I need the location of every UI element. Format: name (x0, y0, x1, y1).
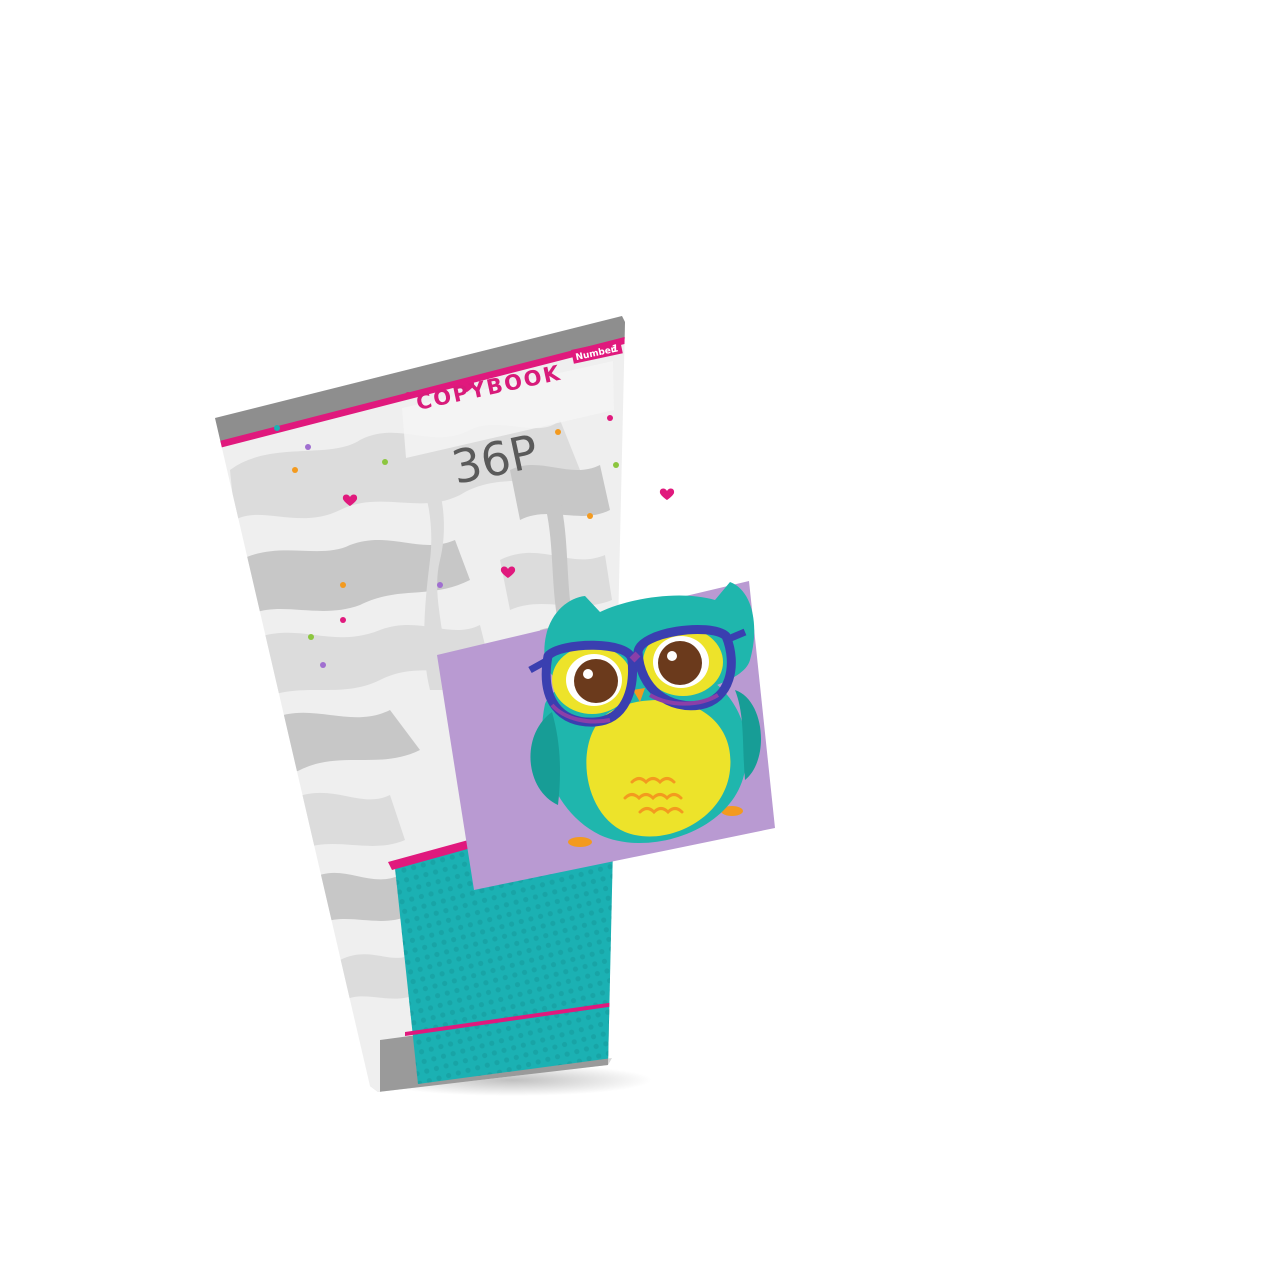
orange-dot (587, 513, 593, 519)
owl-eye-left (574, 659, 618, 703)
orange-dot (292, 467, 298, 473)
owl-foot (568, 837, 592, 847)
pink-dot (340, 617, 346, 623)
owl-eye-shine-left (583, 669, 593, 679)
pink-dot (405, 392, 411, 398)
copybook-svg: COPYBOOK 36P Number 1 (215, 316, 775, 1096)
owl-eye-shine-right (667, 651, 677, 661)
green-dot (613, 462, 619, 468)
purple-dot (320, 662, 326, 668)
teal-dot (274, 425, 280, 431)
orange-dot (555, 429, 561, 435)
product-photo: COPYBOOK 36P Number 1 (0, 0, 1261, 1280)
purple-dot (305, 444, 311, 450)
owl-eye-right (658, 641, 702, 685)
green-dot (308, 634, 314, 640)
purple-dot (437, 582, 443, 588)
pink-dot (607, 415, 613, 421)
orange-dot (340, 582, 346, 588)
pink-heart (659, 488, 675, 500)
green-dot (382, 459, 388, 465)
